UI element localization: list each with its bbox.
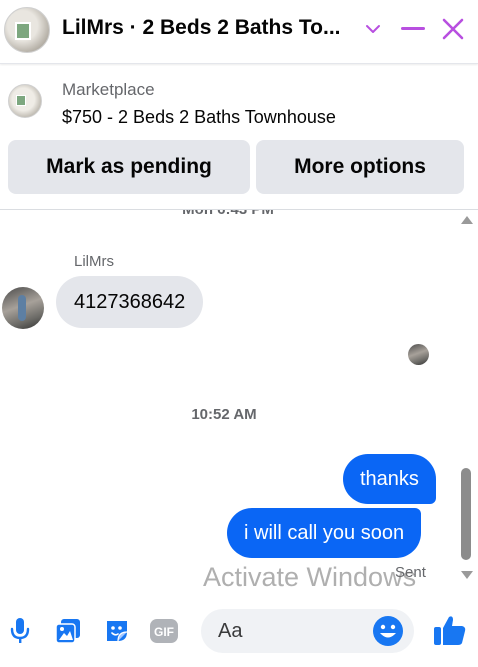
sticker-icon[interactable] — [101, 615, 133, 647]
thumbs-up-icon[interactable] — [432, 612, 468, 648]
gif-label: GIF — [154, 625, 174, 639]
microphone-icon[interactable] — [4, 615, 36, 647]
scroll-down-icon[interactable] — [461, 571, 473, 579]
emoji-icon[interactable] — [372, 615, 404, 647]
chat-title[interactable]: LilMrs · 2 Beds 2 Baths To... — [62, 16, 352, 40]
more-options-button[interactable]: More options — [256, 140, 464, 194]
listing-thumbnail[interactable] — [8, 84, 42, 118]
scroll-up-icon[interactable] — [461, 216, 473, 224]
message-thread: Mon 6:43 PM LilMrs 4127368642 10:52 AM t… — [0, 210, 456, 596]
sent-message[interactable]: i will call you soon — [227, 508, 422, 558]
sent-message[interactable]: thanks — [343, 454, 436, 504]
gif-icon[interactable]: GIF — [148, 615, 180, 647]
seen-avatar — [408, 344, 429, 365]
chat-header: LilMrs · 2 Beds 2 Baths To... — [0, 0, 478, 64]
mark-as-pending-button[interactable]: Mark as pending — [8, 140, 250, 194]
previous-timestamp: Mon 6:43 PM — [0, 210, 456, 218]
minimize-icon[interactable] — [398, 14, 428, 44]
sender-name: LilMrs — [74, 253, 114, 270]
photo-icon[interactable] — [52, 615, 84, 647]
marketplace-listing: Marketplace $750 - 2 Beds 2 Baths Townho… — [0, 66, 478, 206]
avatar[interactable] — [2, 287, 44, 329]
scrollbar[interactable] — [456, 210, 478, 596]
received-message[interactable]: 4127368642 — [56, 276, 204, 328]
close-icon[interactable] — [438, 14, 468, 44]
listing-avatar[interactable] — [4, 7, 50, 53]
chevron-down-icon[interactable] — [358, 14, 388, 44]
sent-status: Sent — [395, 564, 426, 581]
message-composer: GIF Aa — [0, 600, 478, 667]
scrollbar-thumb[interactable] — [461, 468, 471, 560]
marketplace-label: Marketplace — [62, 80, 155, 99]
message-timestamp: 10:52 AM — [191, 406, 257, 423]
listing-title[interactable]: $750 - 2 Beds 2 Baths Townhouse — [62, 107, 336, 128]
